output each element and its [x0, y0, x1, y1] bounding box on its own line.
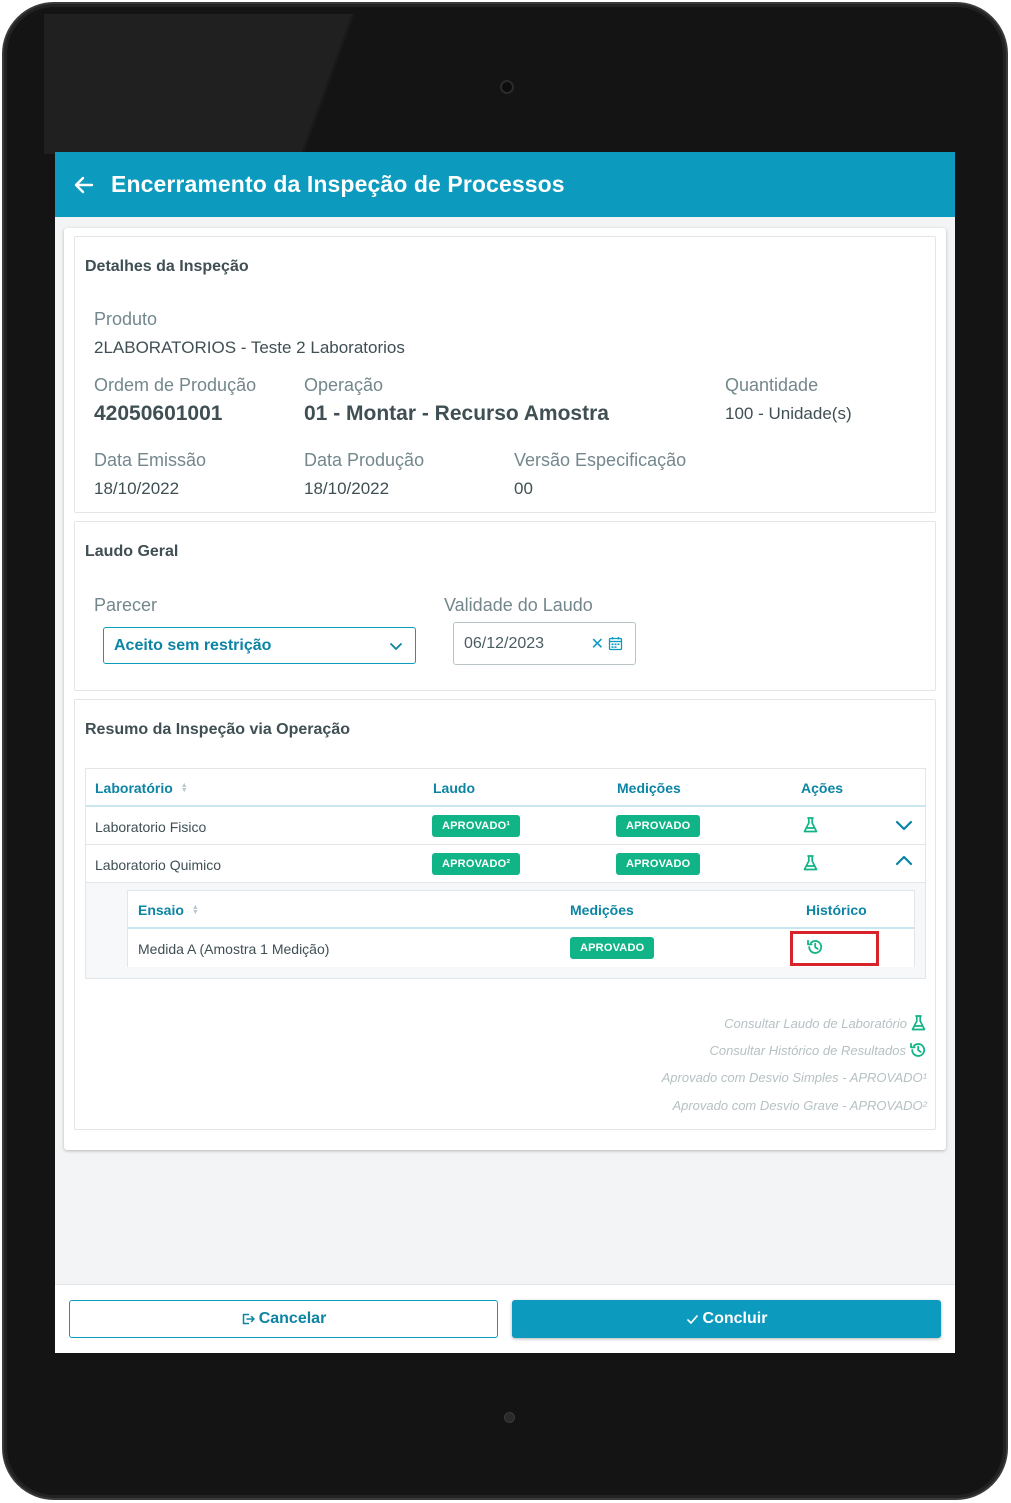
cancel-button[interactable]: Cancelar: [69, 1300, 498, 1338]
laudo-status-badge: APROVADO¹: [432, 815, 521, 837]
emissao-label: Data Emissão: [94, 450, 207, 470]
resumo-title: Resumo da Inspeção via Operação: [85, 721, 350, 738]
laboratorios-grid: Laboratório ▲ ▼ Laudo Medições Ações Labo…: [85, 768, 926, 979]
screen-glare: [44, 14, 504, 154]
back-button[interactable]: [71, 172, 97, 198]
producao-label: Data Produção: [304, 450, 425, 470]
app-bar: Encerramento da Inspeção de Processos: [55, 152, 955, 217]
history-icon[interactable]: [806, 938, 824, 956]
grid-header: Laboratório ▲ ▼ Laudo Medições Ações: [86, 769, 925, 807]
chevron-down-icon[interactable]: [894, 817, 914, 833]
ordem-label: Ordem de Produção: [94, 375, 257, 395]
parecer-label: Parecer: [94, 595, 158, 615]
legend-laudo-text: Consultar Laudo de Laboratório: [724, 1015, 907, 1031]
check-icon: [686, 1314, 698, 1324]
validade-label: Validade do Laudo: [444, 595, 593, 615]
chevron-up-icon[interactable]: [894, 853, 914, 869]
chevron-down-icon: [390, 642, 402, 650]
laboratorio-cell: Laboratorio Quimico: [95, 857, 222, 873]
flask-icon: [911, 1015, 926, 1031]
front-camera: [500, 80, 514, 94]
quantidade-value: 100 - Unidade(s): [725, 404, 852, 423]
col-historico: Histórico: [806, 902, 867, 918]
arrow-left-icon: [74, 176, 94, 193]
legend-desvio-simples: Aprovado com Desvio Simples - APROVADO¹: [661, 1070, 927, 1085]
validade-date-value: 06/12/2023: [464, 634, 545, 652]
legend-desvio-grave: Aprovado com Desvio Grave - APROVADO²: [672, 1098, 927, 1113]
versao-value: 00: [514, 479, 533, 498]
table-row: Laboratorio Fisico APROVADO¹ APROVADO: [86, 807, 925, 845]
operacao-label: Operação: [304, 375, 384, 395]
laudo-section: Laudo Geral Parecer Aceito sem restrição…: [74, 521, 936, 691]
flask-icon[interactable]: [802, 854, 819, 872]
main-card: Detalhes da Inspeção Produto 2LABORATORI…: [64, 228, 946, 1150]
subgrid-header: Ensaio ▲ ▼ Medições Histórico: [128, 891, 914, 929]
concluir-button-label: Concluir: [702, 1310, 768, 1327]
col-ensaio-label: Ensaio: [138, 902, 184, 918]
col-acoes: Ações: [801, 780, 844, 796]
history-icon: [910, 1042, 926, 1057]
sort-icon: ▲ ▼: [191, 904, 199, 916]
flask-icon[interactable]: [802, 816, 819, 834]
laudo-status-badge: APROVADO²: [432, 853, 521, 875]
legend-laudo: Consultar Laudo de Laboratório: [724, 1014, 927, 1032]
calendar-icon[interactable]: [608, 636, 623, 651]
emissao-value: 18/10/2022: [94, 479, 180, 498]
ensaio-cell: Medida A (Amostra 1 Medição): [138, 941, 330, 957]
laudo-title: Laudo Geral: [85, 543, 179, 560]
col-sub-medicoes: Medições: [570, 902, 634, 918]
produto-label: Produto: [94, 309, 158, 329]
laboratorio-cell: Laboratorio Fisico: [95, 819, 207, 835]
parecer-selected-value: Aceito sem restrição: [114, 636, 272, 654]
quantidade-label: Quantidade: [725, 375, 819, 395]
cancel-button-label: Cancelar: [258, 1310, 327, 1327]
ensaios-subgrid: Ensaio ▲ ▼ Medições Histórico Medida A (A…: [127, 890, 915, 967]
page-title: Encerramento da Inspeção de Processos: [111, 171, 565, 197]
producao-value: 18/10/2022: [304, 479, 390, 498]
home-sensor: [504, 1412, 515, 1423]
details-title: Detalhes da Inspeção: [85, 258, 249, 275]
col-laboratorio[interactable]: Laboratório ▲ ▼: [95, 780, 188, 796]
table-row: Laboratorio Quimico APROVADO² APROVADO: [86, 845, 925, 883]
ordem-value: 42050601001: [94, 402, 223, 425]
app-screen: Encerramento da Inspeção de Processos De…: [55, 152, 955, 1353]
footer-bar: Cancelar Concluir: [55, 1284, 955, 1353]
produto-value: 2LABORATORIOS - Teste 2 Laboratorios: [94, 338, 405, 357]
col-ensaio[interactable]: Ensaio ▲ ▼: [138, 902, 199, 918]
resumo-section: Resumo da Inspeção via Operação Laborató…: [74, 699, 936, 1130]
details-section: Detalhes da Inspeção Produto 2LABORATORI…: [74, 236, 936, 513]
col-laudo: Laudo: [433, 780, 475, 796]
legend-historico-text: Consultar Histórico de Resultados: [709, 1042, 906, 1058]
ensaio-medicoes-badge: APROVADO: [570, 937, 655, 959]
sort-icon: ▲ ▼: [180, 782, 188, 794]
parecer-select[interactable]: Aceito sem restrição: [103, 627, 416, 664]
exit-icon: [242, 1313, 255, 1325]
validade-date-input[interactable]: 06/12/2023 ✕: [453, 622, 636, 665]
medicoes-status-badge: APROVADO: [616, 815, 701, 837]
table-row: Medida A (Amostra 1 Medição) APROVADO: [128, 929, 914, 967]
versao-label: Versão Especificação: [514, 450, 687, 470]
col-medicoes: Medições: [617, 780, 681, 796]
concluir-button[interactable]: Concluir: [512, 1300, 941, 1338]
close-icon[interactable]: ✕: [591, 634, 604, 654]
medicoes-status-badge: APROVADO: [616, 853, 701, 875]
legend-historico: Consultar Histórico de Resultados: [709, 1041, 927, 1059]
operacao-value: 01 - Montar - Recurso Amostra: [304, 402, 609, 425]
col-laboratorio-label: Laboratório: [95, 780, 173, 796]
